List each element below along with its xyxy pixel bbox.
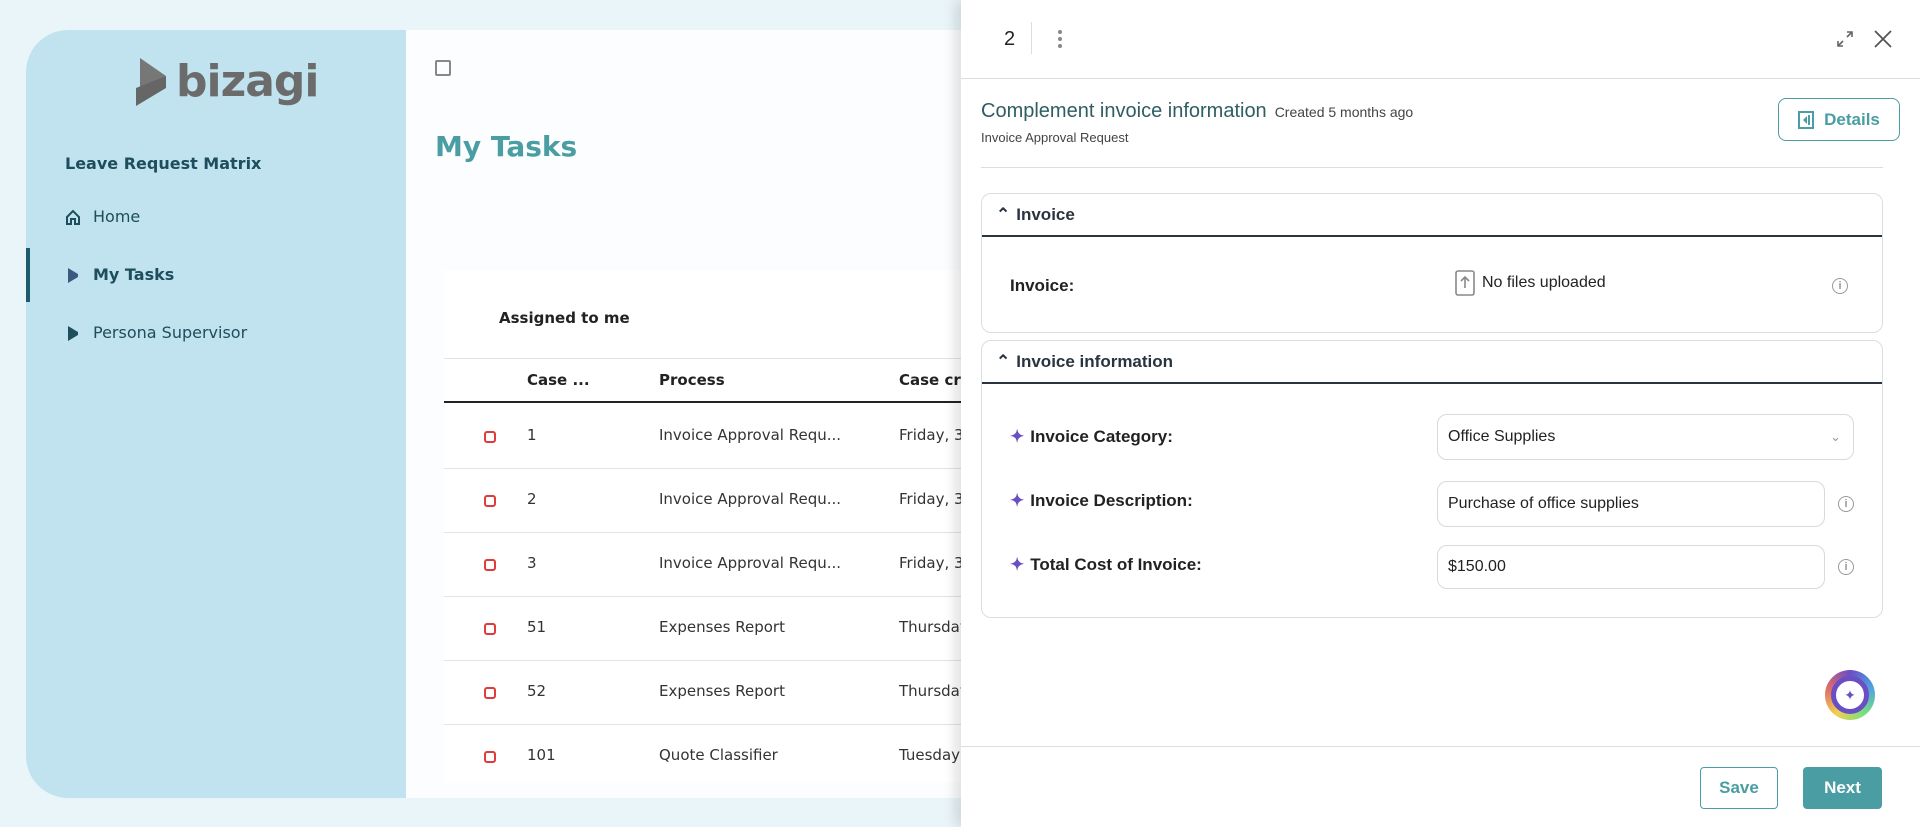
bizagi-logo-icon <box>136 57 166 106</box>
details-panel-icon <box>1798 110 1815 129</box>
no-files-text: No files uploaded <box>1482 274 1606 291</box>
app-name: Leave Request Matrix <box>65 154 262 173</box>
section-invoice: ⌃ Invoice Invoice: No files uploaded i <box>981 193 1883 333</box>
bizagi-arrow-icon <box>68 267 78 283</box>
tasks-table: Assigned to me Case ... Process Case cre… <box>444 270 1026 783</box>
process-name: Invoice Approval Requ... <box>659 490 842 508</box>
section-invoice-information: ⌃ Invoice information ✦ Invoice Category: … <box>981 340 1883 618</box>
total-cost-input[interactable]: $150.00 <box>1437 545 1825 589</box>
divider <box>961 78 1920 79</box>
table-header: Case ... Process Case crea <box>444 358 1026 403</box>
active-indicator <box>26 248 30 302</box>
ai-sparkle-icon: ✦ <box>1831 676 1869 714</box>
table-row[interactable]: 2 Invoice Approval Requ... Friday, 30 I <box>444 469 1026 533</box>
details-button[interactable]: Details <box>1778 98 1900 141</box>
created-time: Created 5 months ago <box>1274 104 1414 120</box>
status-icon <box>484 687 496 699</box>
table-row[interactable]: 1 Invoice Approval Requ... Friday, 30 I <box>444 405 1026 469</box>
process-name: Quote Classifier <box>659 746 778 764</box>
field-label: ✦ Invoice Category: <box>1010 427 1173 446</box>
invoice-category-select[interactable]: Office Supplies ⌄ <box>1437 414 1854 460</box>
section-header[interactable]: ⌃ Invoice information <box>982 341 1882 384</box>
process-name: Invoice Approval Requ... <box>659 554 842 572</box>
page-title: My Tasks <box>435 130 578 163</box>
case-number: 1 <box>527 426 537 444</box>
column-process[interactable]: Process <box>659 371 725 389</box>
sidebar-item-my-tasks[interactable]: My Tasks <box>65 265 174 284</box>
sidebar-item-persona-supervisor[interactable]: Persona Supervisor <box>65 323 247 342</box>
case-number: 52 <box>527 682 547 700</box>
bizagi-logo: bizagi <box>136 56 319 107</box>
ai-assistant-button[interactable]: ✦ <box>1825 670 1875 720</box>
ai-sparkle-icon: ✦ <box>1010 491 1025 510</box>
table-row[interactable]: 101 Quote Classifier Tuesday, 0 <box>444 725 1026 783</box>
field-label: Invoice: <box>1010 276 1075 295</box>
table-row[interactable]: 3 Invoice Approval Requ... Friday, 30 I <box>444 533 1026 597</box>
collapse-sidebar-icon[interactable] <box>435 60 451 76</box>
status-icon <box>484 751 496 763</box>
divider <box>961 746 1920 747</box>
process-name: Invoice Approval Request <box>981 130 1129 145</box>
section-header[interactable]: ⌃ Invoice <box>982 194 1882 237</box>
sidebar-item-home[interactable]: Home <box>65 207 140 226</box>
info-icon[interactable]: i <box>1838 559 1854 575</box>
status-icon <box>484 559 496 571</box>
chevron-up-icon: ⌃ <box>996 351 1011 371</box>
chevron-down-icon: ⌄ <box>1830 429 1841 444</box>
info-icon[interactable]: i <box>1838 496 1854 512</box>
save-button[interactable]: Save <box>1700 767 1778 809</box>
table-row[interactable]: 52 Expenses Report Thursday, <box>444 661 1026 725</box>
sidebar: bizagi Leave Request Matrix Home My Task… <box>26 30 406 798</box>
home-icon <box>66 209 80 225</box>
close-icon[interactable] <box>1873 29 1893 49</box>
case-number: 51 <box>527 618 547 636</box>
chevron-up-icon: ⌃ <box>996 204 1011 224</box>
tab-assigned-to-me[interactable]: Assigned to me <box>499 309 630 327</box>
bizagi-arrow-icon <box>68 325 78 341</box>
field-label: ✦ Total Cost of Invoice: <box>1010 555 1202 574</box>
process-name: Expenses Report <box>659 682 785 700</box>
task-title: Complement invoice information Created 5 … <box>981 100 1414 122</box>
ai-sparkle-icon: ✦ <box>1010 427 1025 446</box>
expand-icon[interactable] <box>1836 30 1854 48</box>
divider <box>1031 22 1032 54</box>
status-icon <box>484 623 496 635</box>
case-number: 2 <box>1004 28 1016 50</box>
process-name: Invoice Approval Requ... <box>659 426 842 444</box>
case-number: 2 <box>527 490 537 508</box>
table-row[interactable]: 51 Expenses Report Thursday, <box>444 597 1026 661</box>
more-options-icon[interactable] <box>1058 30 1062 48</box>
divider <box>981 167 1883 168</box>
next-button[interactable]: Next <box>1803 767 1882 809</box>
status-icon <box>484 431 496 443</box>
column-case[interactable]: Case ... <box>527 371 590 389</box>
info-icon[interactable]: i <box>1832 278 1848 294</box>
case-number: 101 <box>527 746 556 764</box>
process-name: Expenses Report <box>659 618 785 636</box>
case-number: 3 <box>527 554 537 572</box>
task-panel: 2 Complement invoice information Created … <box>961 0 1920 827</box>
field-label: ✦ Invoice Description: <box>1010 491 1193 510</box>
invoice-description-input[interactable]: Purchase of office supplies <box>1437 481 1825 527</box>
ai-sparkle-icon: ✦ <box>1010 555 1025 574</box>
status-icon <box>484 495 496 507</box>
upload-icon[interactable] <box>1455 270 1475 296</box>
main-card: bizagi Leave Request Matrix Home My Task… <box>26 30 1026 798</box>
